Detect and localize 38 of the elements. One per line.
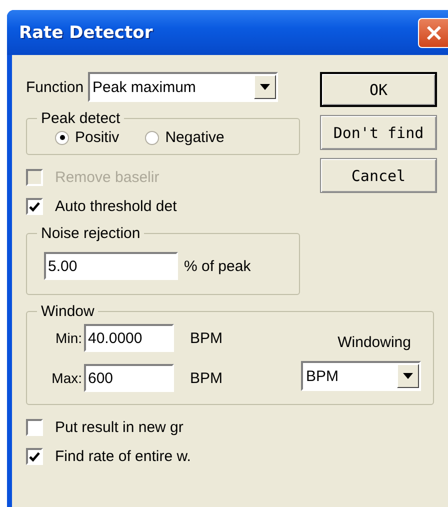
caret-icon (260, 84, 270, 90)
radio-button[interactable] (145, 130, 160, 144)
checkbox-label: Auto threshold det (55, 198, 177, 215)
dialog-button[interactable]: Cancel (320, 158, 437, 193)
checkbox[interactable] (26, 198, 43, 215)
checkbox-label: Put result in new gr (55, 419, 184, 436)
dialog-button[interactable]: OK (320, 72, 437, 107)
checkmark-icon (29, 202, 40, 212)
function-label: Function (26, 78, 84, 96)
radio-button[interactable] (55, 130, 69, 144)
unit-label: BPM (190, 330, 223, 346)
bpm-input-field[interactable]: 40.0000 (84, 324, 174, 352)
field-label: Min: (54, 330, 82, 346)
dialog-button[interactable]: Don't find (320, 115, 437, 150)
checkbox[interactable] (26, 419, 43, 436)
window-title: Rate Detector (19, 22, 153, 42)
function-dropdown[interactable]: Peak maximum (88, 72, 278, 102)
unit-label: % of peak (184, 258, 251, 274)
caret-icon (403, 373, 413, 379)
field-label: Max: (50, 370, 82, 386)
checkbox[interactable] (26, 448, 43, 465)
bpm-input-field[interactable]: 600 (84, 364, 174, 392)
checkbox-label: Remove baselir (55, 169, 160, 186)
windowing-dropdown[interactable]: BPM (301, 361, 421, 391)
dropdown-arrow-button[interactable] (254, 75, 276, 99)
group-title: Peak detect (40, 110, 122, 127)
radio-label: Negative (165, 129, 224, 146)
unit-label: BPM (190, 370, 223, 386)
close-icon (426, 24, 442, 40)
dropdown-arrow-button[interactable] (397, 364, 419, 388)
close-button[interactable] (418, 18, 448, 48)
group-title: Noise rejection (40, 225, 142, 242)
windowing-label: Windowing (338, 334, 411, 351)
group-title: Window (40, 303, 96, 320)
noise-input-field[interactable]: 5.00 (44, 252, 178, 280)
checkmark-icon (29, 452, 40, 462)
radio-label: Positiv (75, 129, 120, 146)
checkbox-label: Find rate of entire w. (55, 448, 191, 465)
